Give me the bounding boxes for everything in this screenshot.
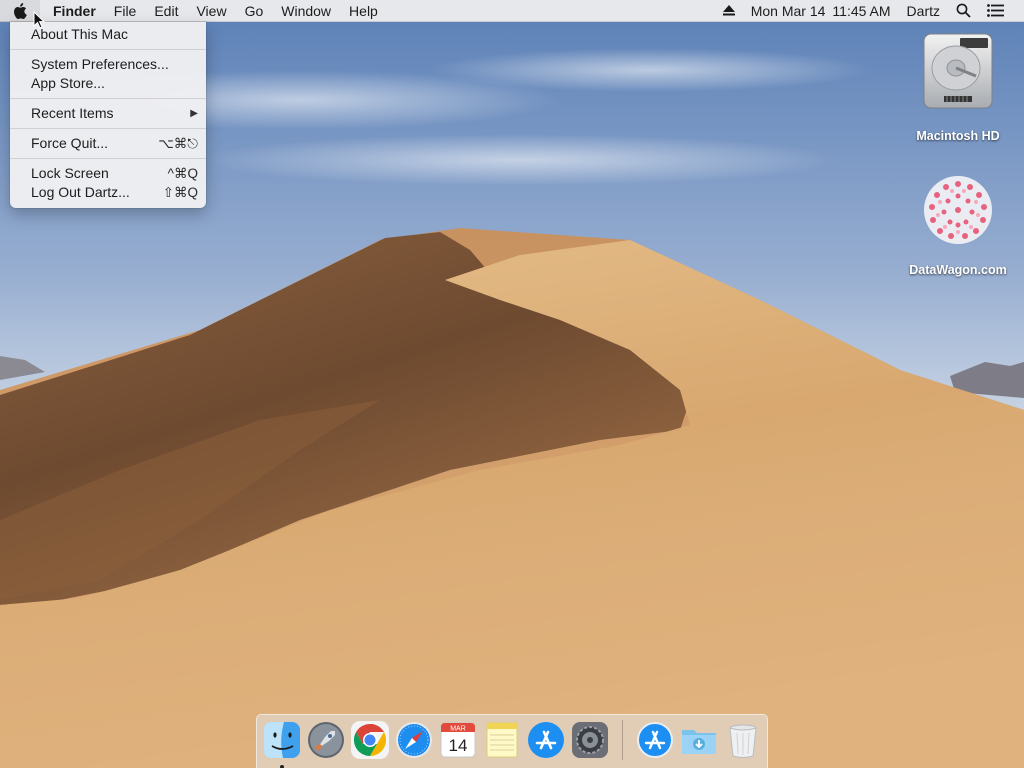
spotlight-button[interactable] [948, 0, 979, 22]
trash-icon [729, 724, 757, 758]
hard-drive-icon [923, 33, 993, 109]
dock-calendar[interactable]: MAR 14 [438, 720, 478, 760]
lock-screen-label: Lock Screen [31, 165, 109, 181]
desktop-icon-label: DataWagon.com [909, 263, 1007, 277]
log-out-label: Log Out Dartz... [31, 184, 130, 200]
apple-logo-icon [14, 2, 27, 19]
eject-icon [722, 5, 735, 16]
menu-go[interactable]: Go [236, 0, 273, 22]
apple-menu-dropdown: About This Mac System Preferences... App… [10, 22, 206, 208]
desktop-icon-datawagon[interactable]: DataWagon.com [902, 170, 1014, 277]
menu-item-system-preferences[interactable]: System Preferences... [10, 55, 206, 74]
menu-bar: Finder File Edit View Go Window Help Mon… [0, 0, 1024, 22]
menu-separator [10, 49, 206, 50]
dock-app-store[interactable] [526, 720, 566, 760]
app-store-icon [528, 722, 564, 758]
list-icon [987, 4, 1004, 17]
menu-help[interactable]: Help [340, 0, 387, 22]
force-quit-shortcut: ⌥⌘⎋ [158, 136, 198, 151]
dock-downloads-stack[interactable] [679, 720, 719, 760]
menu-window[interactable]: Window [272, 0, 340, 22]
dock-chrome[interactable] [350, 720, 390, 760]
calendar-icon: MAR 14 [440, 722, 476, 758]
dock-launchpad[interactable] [306, 720, 346, 760]
finder-icon [264, 722, 300, 758]
applications-folder-icon [637, 722, 673, 758]
system-preferences-icon [572, 722, 608, 758]
menu-view[interactable]: View [187, 0, 235, 22]
dock-safari[interactable] [394, 720, 434, 760]
dock-applications-stack[interactable] [635, 720, 675, 760]
notes-icon [486, 722, 518, 758]
menu-item-app-store[interactable]: App Store... [10, 74, 206, 93]
launchpad-icon [308, 722, 344, 758]
submenu-arrow-icon: ▶ [190, 108, 198, 119]
chrome-icon [351, 721, 389, 759]
datawagon-logo-icon [924, 176, 992, 244]
log-out-shortcut: ⇧⌘Q [162, 185, 198, 200]
downloads-folder-icon [682, 730, 716, 754]
menu-item-force-quit[interactable]: Force Quit... ⌥⌘⎋ [10, 134, 206, 153]
eject-button[interactable] [715, 0, 743, 22]
dock-system-preferences[interactable] [570, 720, 610, 760]
menu-item-log-out[interactable]: Log Out Dartz... ⇧⌘Q [10, 183, 206, 202]
system-preferences-label: System Preferences... [31, 56, 169, 72]
calendar-day: 14 [449, 736, 468, 755]
dock-finder[interactable] [262, 720, 302, 768]
mouse-cursor-icon [33, 11, 45, 29]
magnifier-icon [956, 3, 971, 18]
menu-finder[interactable]: Finder [40, 0, 105, 22]
menu-separator [10, 158, 206, 159]
user-menu[interactable]: Dartz [899, 0, 948, 22]
menu-separator [10, 98, 206, 99]
clock[interactable]: Mon Mar 14 11:45 AM [743, 0, 899, 22]
menu-edit[interactable]: Edit [145, 0, 187, 22]
notification-center-button[interactable] [979, 0, 1012, 22]
calendar-month: MAR [450, 726, 466, 733]
recent-items-label: Recent Items [31, 105, 114, 121]
app-store-label: App Store... [31, 75, 105, 91]
dock-separator [622, 720, 623, 760]
safari-icon [396, 722, 432, 758]
menu-separator [10, 128, 206, 129]
force-quit-label: Force Quit... [31, 135, 109, 151]
dock-notes[interactable] [482, 720, 522, 760]
lock-screen-shortcut: ^⌘Q [167, 166, 198, 181]
desktop-icon-label: Macintosh HD [916, 129, 1000, 143]
desktop-icon-macintosh-hd[interactable]: Macintosh HD [902, 32, 1014, 143]
menu-item-recent-items[interactable]: Recent Items ▶ [10, 104, 206, 123]
menu-item-lock-screen[interactable]: Lock Screen ^⌘Q [10, 164, 206, 183]
dock-trash[interactable] [723, 720, 763, 760]
clock-date: Mon Mar 14 [750, 2, 826, 19]
about-label: About This Mac [31, 26, 129, 42]
dock: MAR 14 [256, 714, 768, 768]
menu-file[interactable]: File [105, 0, 146, 22]
clock-time: 11:45 AM [832, 2, 891, 19]
